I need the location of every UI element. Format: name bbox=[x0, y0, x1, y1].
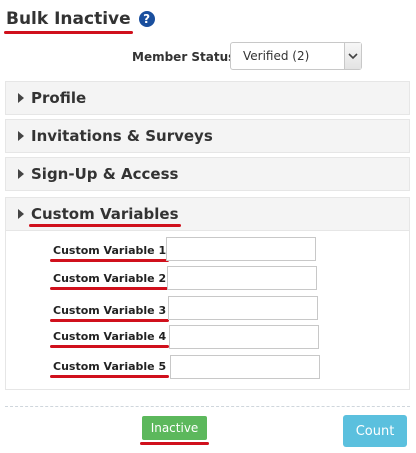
custom-variable-1-input[interactable] bbox=[166, 237, 316, 261]
annotation-underline bbox=[4, 31, 133, 34]
section-sign-up-access[interactable]: Sign-Up & Access bbox=[5, 157, 410, 191]
caret-right-icon bbox=[18, 93, 24, 103]
custom-variable-5-input[interactable] bbox=[170, 355, 320, 379]
custom-variable-row-1: Custom Variable 1 bbox=[0, 237, 416, 262]
member-status-row: Member Status Verified (2) bbox=[0, 42, 416, 72]
inactive-button[interactable]: Inactive bbox=[140, 416, 209, 445]
annotation-underline bbox=[50, 375, 170, 378]
member-status-value: Verified (2) bbox=[243, 49, 310, 63]
custom-variable-label: Custom Variable 3 bbox=[50, 304, 170, 322]
caret-right-icon bbox=[18, 209, 24, 219]
annotation-underline bbox=[140, 442, 209, 445]
section-profile[interactable]: Profile bbox=[5, 81, 410, 115]
section-label: Sign-Up & Access bbox=[31, 165, 179, 183]
custom-variable-2-input[interactable] bbox=[167, 266, 317, 290]
annotation-underline bbox=[50, 319, 170, 322]
member-status-label: Member Status bbox=[132, 50, 236, 64]
section-label: Custom Variables bbox=[29, 205, 181, 227]
custom-variable-label: Custom Variable 2 bbox=[50, 272, 170, 290]
custom-variable-row-5: Custom Variable 5 bbox=[0, 355, 416, 379]
caret-right-icon bbox=[18, 169, 24, 179]
help-icon[interactable]: ? bbox=[138, 11, 155, 27]
custom-variable-row-4: Custom Variable 4 bbox=[0, 325, 416, 349]
section-label: Profile bbox=[31, 89, 87, 107]
count-button[interactable]: Count bbox=[343, 415, 407, 447]
page-header: Bulk Inactive ? bbox=[4, 4, 155, 34]
annotation-underline bbox=[50, 287, 170, 290]
annotation-underline bbox=[29, 224, 181, 227]
page-title: Bulk Inactive bbox=[4, 9, 133, 34]
annotation-underline bbox=[50, 345, 170, 348]
custom-variable-row-2: Custom Variable 2 bbox=[0, 266, 416, 290]
section-invitations-surveys[interactable]: Invitations & Surveys bbox=[5, 119, 410, 153]
custom-variable-label: Custom Variable 5 bbox=[50, 360, 170, 378]
custom-variable-3-input[interactable] bbox=[168, 296, 318, 320]
custom-variable-label: Custom Variable 4 bbox=[50, 330, 170, 348]
caret-right-icon bbox=[18, 131, 24, 141]
custom-variable-label: Custom Variable 1 bbox=[50, 244, 170, 262]
annotation-underline bbox=[50, 259, 170, 262]
chevron-down-icon[interactable] bbox=[344, 43, 361, 69]
footer-divider bbox=[5, 406, 410, 407]
member-status-select[interactable]: Verified (2) bbox=[230, 42, 362, 70]
section-label: Invitations & Surveys bbox=[31, 127, 213, 145]
custom-variable-4-input[interactable] bbox=[169, 325, 319, 349]
custom-variable-row-3: Custom Variable 3 bbox=[0, 296, 416, 322]
section-custom-variables[interactable]: Custom Variables bbox=[5, 197, 410, 231]
